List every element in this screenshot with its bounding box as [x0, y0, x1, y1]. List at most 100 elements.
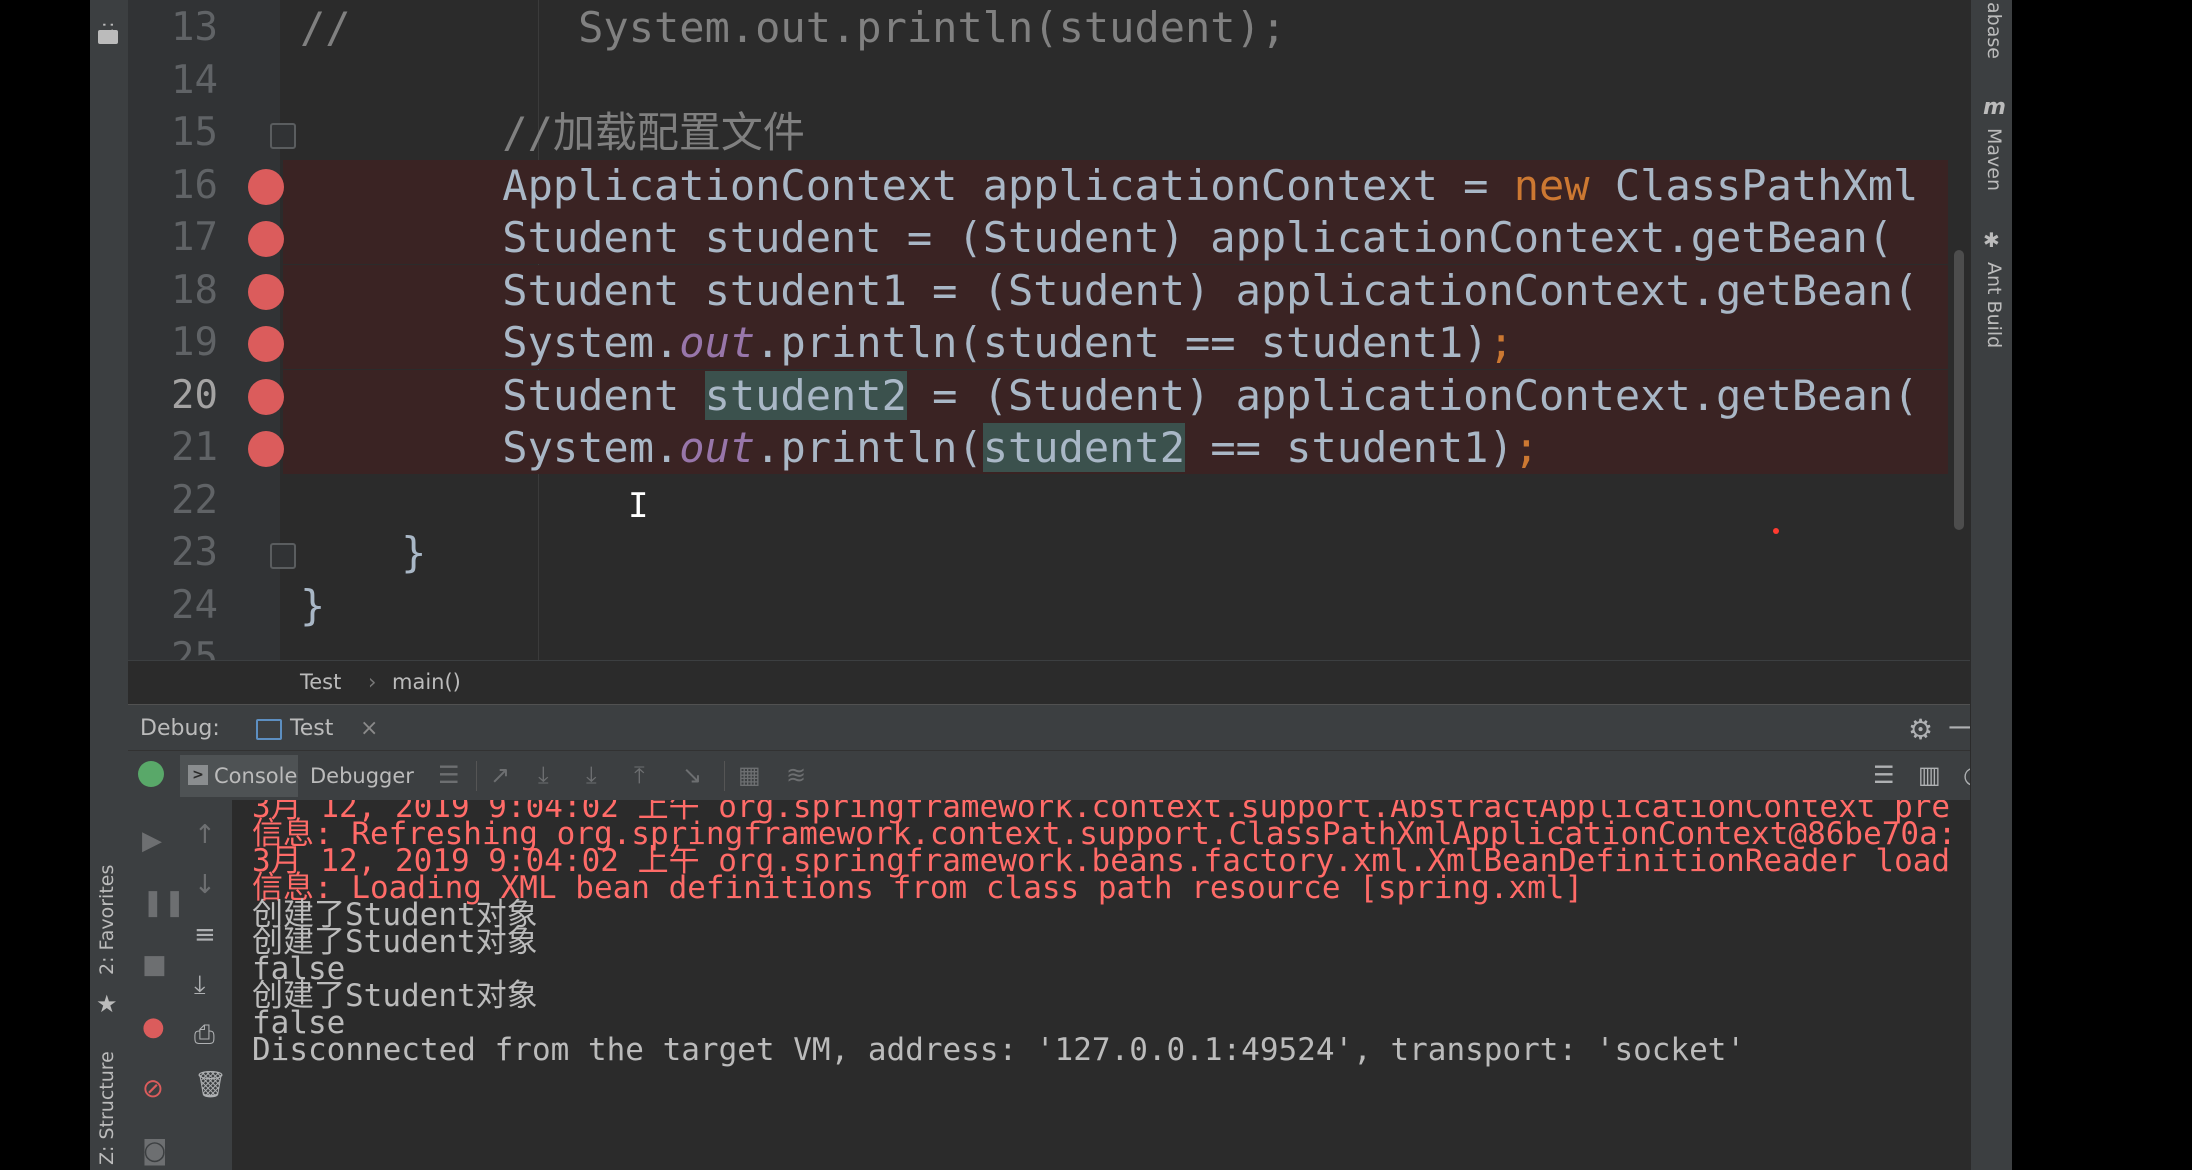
code-token: // System.out.println(student); — [300, 3, 1287, 52]
step-out-icon[interactable]: ⤒ — [634, 761, 645, 789]
breakpoint-icon[interactable] — [248, 221, 284, 257]
debug-bug-icon[interactable] — [138, 761, 164, 787]
line-number[interactable]: 17 — [128, 212, 218, 264]
code-token: new — [1513, 160, 1590, 210]
toolbar-separator — [724, 761, 725, 791]
code-line[interactable]: 20 Student student2 = (Student) applicat… — [128, 369, 1970, 422]
tab-console-label: Console — [214, 764, 298, 788]
maven-tool-label: Maven — [1983, 128, 2005, 192]
evaluate-expression-icon[interactable]: ▦ — [738, 761, 761, 789]
code-line[interactable]: 13 // System.out.println(student); — [128, 2, 1970, 54]
right-tool-strip: abase m Maven ✱ Ant Build — [1970, 0, 2012, 1170]
scroll-to-end-icon[interactable]: ⤓ — [194, 970, 206, 1001]
restore-layout-icon[interactable]: ▥ — [1918, 761, 1941, 789]
line-number[interactable]: 21 — [128, 422, 218, 474]
ant-build-tool-button[interactable]: Ant Build — [1983, 262, 2005, 348]
step-into-icon[interactable]: ⤓ — [586, 761, 597, 789]
code-line[interactable]: 19 System.out.println(student == student… — [128, 317, 1970, 369]
down-arrow-icon[interactable]: ↓ — [194, 870, 216, 900]
debug-session-tab[interactable]: Test × — [248, 705, 378, 751]
code-line[interactable]: 25 — [128, 632, 1970, 660]
console-output[interactable]: 3月 12, 2019 9:04:02 上午 org.springframewo… — [232, 800, 1970, 1170]
breadcrumb-class[interactable]: Test — [300, 670, 341, 694]
code-token: //加载配置文件 — [300, 108, 805, 157]
code-line[interactable]: 17 Student student = (Student) applicati… — [128, 212, 1970, 264]
threads-list-icon[interactable]: ☰ — [438, 761, 460, 789]
line-number[interactable]: 20 — [128, 370, 218, 422]
code-line[interactable]: 16 ApplicationContext applicationContext… — [128, 159, 1970, 212]
code-token: Student student1 = (Student) application… — [300, 265, 1919, 315]
show-execution-point-icon[interactable]: ↗ — [490, 761, 510, 789]
layout-icon[interactable]: ☰ — [1873, 761, 1895, 789]
folder-icon — [98, 30, 118, 44]
code-token: System. — [300, 423, 680, 472]
editor-scrollbar[interactable] — [1954, 250, 1964, 530]
up-arrow-icon[interactable]: ↑ — [194, 820, 216, 850]
code-text: ApplicationContext applicationContext = … — [300, 160, 1918, 212]
code-token: Student — [300, 370, 705, 420]
run-to-cursor-icon[interactable]: ↘ — [682, 761, 702, 789]
code-editor[interactable]: 13 // System.out.println(student); 14 15 //… — [128, 0, 1970, 660]
left-tool-strip: 1: 2: Favorites ★ Z: Structure — [90, 0, 129, 1170]
structure-tool-button[interactable]: Z: Structure — [96, 1051, 118, 1165]
maven-tool-button[interactable]: Maven — [1983, 128, 2005, 191]
code-line[interactable]: 22 — [128, 475, 1970, 527]
camera-icon[interactable]: ◙ — [142, 1136, 167, 1166]
console-icon: > — [188, 765, 208, 785]
line-number[interactable]: 24 — [128, 580, 218, 632]
console-actions-column: ↑ ↓ ≡ ⤓ ⎙ 🗑 — [180, 800, 233, 1170]
step-over-icon[interactable]: ⤓ — [538, 761, 549, 789]
close-tab-icon[interactable]: × — [360, 716, 378, 741]
clear-all-icon[interactable]: 🗑 — [194, 1070, 227, 1100]
code-token: student2 — [982, 423, 1186, 472]
code-line[interactable]: 14 — [128, 55, 1970, 107]
line-number[interactable]: 15 — [128, 107, 218, 159]
print-icon[interactable]: ⎙ — [194, 1020, 215, 1051]
line-number[interactable]: 18 — [128, 265, 218, 317]
maven-icon: m — [1983, 95, 2006, 120]
view-breakpoints-icon[interactable]: ● — [142, 1012, 165, 1042]
gear-icon[interactable]: ⚙ — [1908, 713, 1933, 746]
line-number[interactable]: 19 — [128, 317, 218, 369]
favorites-tool-button[interactable]: 2: Favorites — [96, 865, 118, 975]
fold-marker[interactable] — [270, 543, 296, 569]
line-number[interactable]: 13 — [128, 2, 218, 54]
code-token: == student1) — [1185, 423, 1514, 472]
fold-marker[interactable] — [270, 123, 296, 149]
code-text: Student student1 = (Student) application… — [300, 265, 1918, 317]
code-line[interactable]: 21 System.out.println(student2 == studen… — [128, 422, 1970, 474]
resume-icon[interactable]: ▶ — [142, 826, 162, 856]
trace-icon[interactable]: ≋ — [786, 761, 806, 789]
line-number[interactable]: 22 — [128, 475, 218, 527]
debug-tool-window-header: Debug: Test × ⚙ — — [128, 704, 1978, 751]
breadcrumb-method[interactable]: main() — [392, 670, 461, 694]
breakpoint-icon[interactable] — [248, 273, 284, 310]
code-text: } — [300, 527, 426, 579]
ant-icon: ✱ — [1983, 228, 2000, 252]
line-number[interactable]: 23 — [128, 527, 218, 579]
code-token: ; — [1488, 318, 1514, 367]
red-dot-marker — [1773, 528, 1779, 534]
line-number[interactable]: 25 — [128, 632, 218, 660]
stop-icon[interactable]: ■ — [142, 950, 167, 980]
code-token: } — [300, 528, 427, 577]
database-tool-button[interactable]: abase — [1983, 2, 2005, 59]
breakpoint-icon[interactable] — [248, 378, 284, 415]
line-number[interactable]: 16 — [128, 160, 218, 212]
line-number[interactable]: 14 — [128, 55, 218, 107]
debug-session-tab-label: Test — [290, 716, 334, 741]
tab-debugger[interactable]: Debugger — [310, 764, 414, 788]
code-line[interactable]: 15 //加载配置文件 — [128, 107, 1970, 159]
code-line[interactable]: 24} — [128, 580, 1970, 632]
console-output-line: Disconnected from the target VM, address… — [252, 1032, 1746, 1068]
soft-wrap-icon[interactable]: ≡ — [194, 920, 216, 950]
code-line[interactable]: 18 Student student1 = (Student) applicat… — [128, 264, 1970, 317]
code-line[interactable]: 23 } — [128, 527, 1970, 579]
tab-console[interactable]: > Console — [180, 755, 298, 797]
breakpoint-icon[interactable] — [248, 168, 284, 205]
debug-actions-column: ▶ ❚❚ ■ ● ⊘ ◙ — [128, 800, 186, 1170]
breakpoint-icon[interactable] — [248, 326, 284, 362]
code-token: ; — [1513, 423, 1540, 472]
breakpoint-icon[interactable] — [248, 431, 284, 467]
mute-breakpoints-icon[interactable]: ⊘ — [142, 1074, 164, 1104]
